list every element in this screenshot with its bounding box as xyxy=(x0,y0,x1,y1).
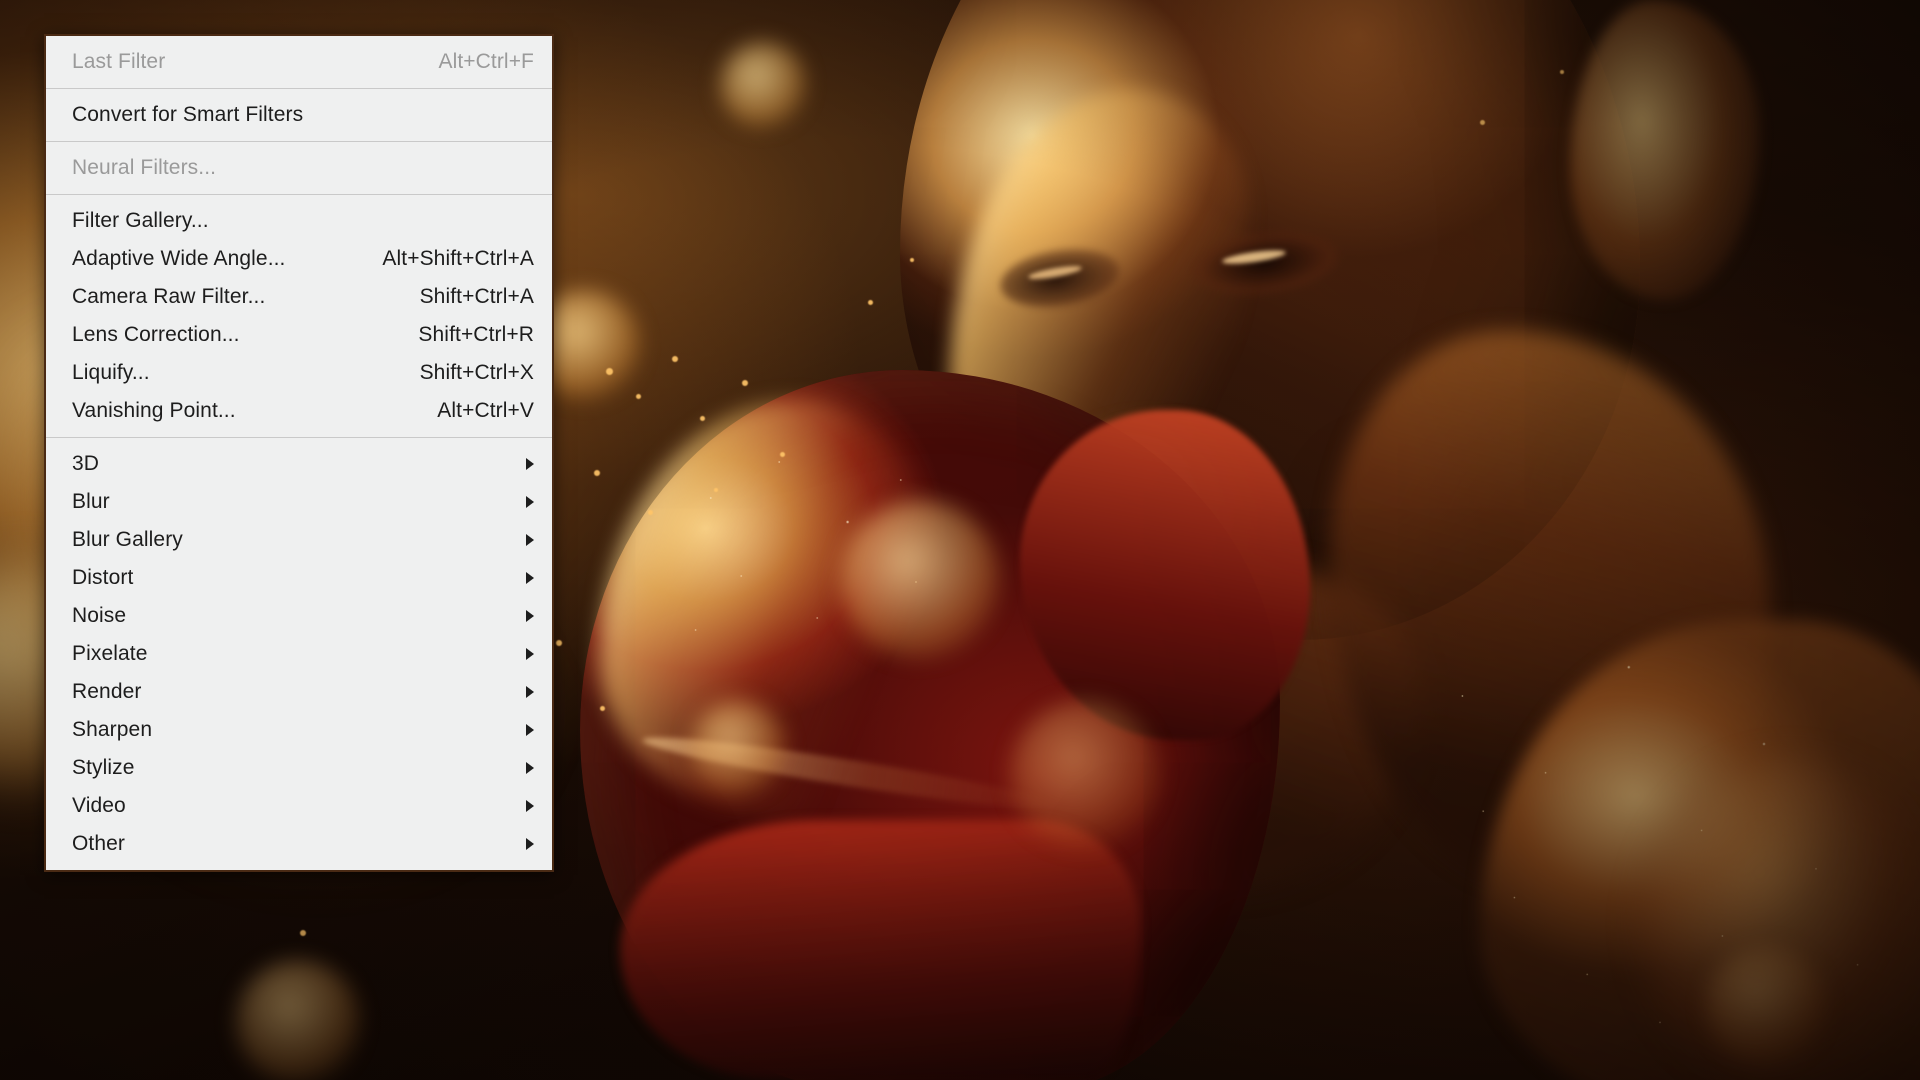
menu-item-shortcut: Shift+Ctrl+A xyxy=(419,285,534,308)
menu-group: Neural Filters... xyxy=(46,142,552,194)
submenu-arrow-icon xyxy=(526,762,534,774)
menu-item-filter-gallery[interactable]: Filter Gallery... xyxy=(46,202,552,240)
menu-group: Convert for Smart Filters xyxy=(46,89,552,141)
menu-item-adaptive-wide-angle[interactable]: Adaptive Wide Angle... Alt+Shift+Ctrl+A xyxy=(46,240,552,278)
submenu-arrow-icon xyxy=(526,458,534,470)
menu-item-camera-raw-filter[interactable]: Camera Raw Filter... Shift+Ctrl+A xyxy=(46,278,552,316)
menu-item-label: Convert for Smart Filters xyxy=(72,103,304,126)
menu-item-other[interactable]: Other xyxy=(46,825,552,863)
submenu-arrow-icon xyxy=(526,686,534,698)
menu-item-sharpen[interactable]: Sharpen xyxy=(46,711,552,749)
menu-item-label: Neural Filters... xyxy=(72,156,217,179)
menu-item-blur-gallery[interactable]: Blur Gallery xyxy=(46,521,552,559)
submenu-arrow-icon xyxy=(526,724,534,736)
menu-item-shortcut: Alt+Ctrl+V xyxy=(437,399,534,422)
menu-group: 3D Blur Blur Gallery Distort Noise Pixelate Re… xyxy=(46,438,552,870)
menu-item-distort[interactable]: Distort xyxy=(46,559,552,597)
menu-item-label: Blur xyxy=(72,490,110,513)
menu-item-label: Blur Gallery xyxy=(72,528,183,551)
menu-item-blur[interactable]: Blur xyxy=(46,483,552,521)
menu-item-label: Lens Correction... xyxy=(72,323,240,346)
menu-item-label: Last Filter xyxy=(72,50,166,73)
menu-item-liquify[interactable]: Liquify... Shift+Ctrl+X xyxy=(46,354,552,392)
menu-item-shortcut: Alt+Shift+Ctrl+A xyxy=(382,247,534,270)
menu-item-render[interactable]: Render xyxy=(46,673,552,711)
menu-item-stylize[interactable]: Stylize xyxy=(46,749,552,787)
menu-group: Filter Gallery... Adaptive Wide Angle... A… xyxy=(46,195,552,437)
menu-item-label: Camera Raw Filter... xyxy=(72,285,266,308)
menu-item-label: Vanishing Point... xyxy=(72,399,236,422)
menu-item-convert-for-smart-filters[interactable]: Convert for Smart Filters xyxy=(46,96,552,134)
submenu-arrow-icon xyxy=(526,534,534,546)
submenu-arrow-icon xyxy=(526,572,534,584)
menu-item-noise[interactable]: Noise xyxy=(46,597,552,635)
menu-item-neural-filters: Neural Filters... xyxy=(46,149,552,187)
menu-group: Last Filter Alt+Ctrl+F xyxy=(46,36,552,88)
menu-item-label: Render xyxy=(72,680,142,703)
filter-menu[interactable]: Last Filter Alt+Ctrl+F Convert for Smart F… xyxy=(44,34,554,872)
menu-item-lens-correction[interactable]: Lens Correction... Shift+Ctrl+R xyxy=(46,316,552,354)
submenu-arrow-icon xyxy=(526,838,534,850)
menu-item-label: Stylize xyxy=(72,756,135,779)
menu-item-shortcut: Shift+Ctrl+X xyxy=(419,361,534,384)
menu-item-label: Noise xyxy=(72,604,127,627)
submenu-arrow-icon xyxy=(526,800,534,812)
menu-item-label: Distort xyxy=(72,566,134,589)
menu-item-shortcut: Alt+Ctrl+F xyxy=(438,50,534,73)
submenu-arrow-icon xyxy=(526,496,534,508)
menu-item-label: 3D xyxy=(72,452,100,475)
menu-item-label: Filter Gallery... xyxy=(72,209,209,232)
menu-item-shortcut: Shift+Ctrl+R xyxy=(418,323,534,346)
menu-item-label: Video xyxy=(72,794,126,817)
menu-item-label: Adaptive Wide Angle... xyxy=(72,247,286,270)
submenu-arrow-icon xyxy=(526,648,534,660)
menu-item-vanishing-point[interactable]: Vanishing Point... Alt+Ctrl+V xyxy=(46,392,552,430)
menu-item-label: Liquify... xyxy=(72,361,150,384)
menu-item-label: Sharpen xyxy=(72,718,153,741)
menu-item-pixelate[interactable]: Pixelate xyxy=(46,635,552,673)
submenu-arrow-icon xyxy=(526,610,534,622)
menu-item-video[interactable]: Video xyxy=(46,787,552,825)
menu-item-label: Pixelate xyxy=(72,642,148,665)
menu-item-3d[interactable]: 3D xyxy=(46,445,552,483)
menu-item-label: Other xyxy=(72,832,126,855)
menu-item-last-filter: Last Filter Alt+Ctrl+F xyxy=(46,43,552,81)
